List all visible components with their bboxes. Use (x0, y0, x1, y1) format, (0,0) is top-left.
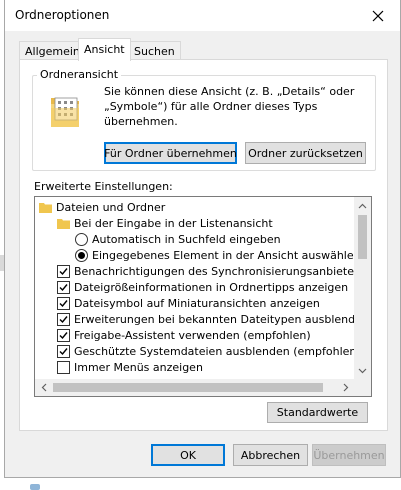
tree-checkbox-item[interactable]: Geschützte Systemdateien ausblenden (emp… (57, 343, 361, 359)
tree-item-label: Dateigrößeinformationen in Ordnertipps a… (74, 280, 349, 294)
checkbox-checked[interactable] (57, 280, 70, 294)
window-title: Ordneroptionen (15, 8, 110, 22)
radio-button[interactable] (75, 232, 88, 246)
title-bar: Ordneroptionen (5, 0, 400, 31)
folder-view-legend: Ordneransicht (37, 68, 122, 81)
background-icon (30, 484, 40, 490)
tree-item-label: Erweiterungen bei bekannten Dateitypen a… (74, 312, 369, 326)
scroll-down-button[interactable] (354, 362, 371, 379)
vertical-scroll-thumb[interactable] (358, 215, 367, 259)
advanced-settings-tree[interactable]: Dateien und Ordner Bei der Eingabe in de… (34, 196, 372, 397)
folder-view-description: Sie können diese Ansicht (z. B. „Details… (104, 85, 355, 128)
tab-ansicht[interactable]: Ansicht (78, 38, 131, 61)
scroll-right-button[interactable] (337, 379, 354, 396)
tab-allgemein[interactable]: Allgemein (19, 41, 86, 60)
tree-item-label: Dateisymbol auf Miniaturansichten anzeig… (74, 296, 320, 310)
checkbox-unchecked[interactable] (57, 360, 70, 374)
chevron-left-icon (41, 383, 46, 392)
checkbox-checked[interactable] (57, 328, 70, 342)
vertical-scrollbar[interactable] (354, 197, 371, 396)
background-strip (0, 478, 401, 490)
horizontal-scrollbar[interactable] (35, 379, 354, 396)
apply-button[interactable]: Übernehmen (312, 444, 386, 466)
reset-folders-button[interactable]: Ordner zurücksetzen (245, 142, 366, 164)
chevron-up-icon (358, 203, 367, 208)
scroll-left-button[interactable] (35, 379, 52, 396)
tree-checkbox-item[interactable]: Benachrichtigungen des Synchronisierungs… (57, 263, 372, 279)
tree-item-label: Immer Menüs anzeigen (74, 360, 203, 374)
checkbox-checked[interactable] (57, 344, 70, 358)
tree-folder-item[interactable]: Bei der Eingabe in der Listenansicht (57, 215, 273, 231)
folder-options-dialog: Ordneroptionen Allgemein Ansicht Suchen … (4, 0, 401, 478)
tree-checkbox-item[interactable]: Freigabe-Assistent verwenden (empfohlen) (57, 327, 311, 343)
restore-defaults-button[interactable]: Standardwerte (267, 402, 368, 423)
tree-radio-item[interactable]: Automatisch in Suchfeld eingeben (75, 231, 281, 247)
tab-panel-ansicht: Ordneransicht Sie können diese Ansicht (… (19, 59, 388, 431)
folder-icon (57, 218, 70, 229)
chevron-right-icon (343, 383, 348, 392)
close-icon (372, 10, 384, 21)
tree-item-label: Geschützte Systemdateien ausblenden (emp… (74, 344, 361, 358)
cancel-button[interactable]: Abbrechen (233, 444, 308, 466)
advanced-settings-label: Erweiterte Einstellungen: (34, 180, 173, 193)
ok-button[interactable]: OK (151, 444, 225, 466)
tree-item-label: Freigabe-Assistent verwenden (empfohlen) (74, 328, 311, 342)
checkbox-checked[interactable] (57, 312, 70, 326)
horizontal-scroll-thumb[interactable] (53, 383, 323, 392)
folder-view-group: Ordneransicht Sie können diese Ansicht (… (32, 68, 376, 171)
radio-button-selected[interactable] (75, 248, 88, 262)
tree-checkbox-item[interactable]: Erweiterungen bei bekannten Dateitypen a… (57, 311, 369, 327)
checkbox-checked[interactable] (57, 296, 70, 310)
tree-item-label: Automatisch in Suchfeld eingeben (92, 232, 281, 246)
tree-item-label: Benachrichtigungen des Synchronisierungs… (74, 264, 372, 278)
tab-suchen[interactable]: Suchen (128, 41, 181, 60)
tree-item-label: Dateien und Ordner (56, 200, 166, 214)
folder-view-icon (51, 97, 79, 127)
apply-to-folders-button[interactable]: Für Ordner übernehmen (104, 142, 237, 164)
tree-checkbox-item[interactable]: Dateisymbol auf Miniaturansichten anzeig… (57, 295, 320, 311)
tree-checkbox-item[interactable]: Dateigrößeinformationen in Ordnertipps a… (57, 279, 348, 295)
chevron-down-icon (358, 368, 367, 373)
tree-checkbox-item[interactable]: Immer Menüs anzeigen (57, 359, 203, 375)
folder-icon (39, 202, 52, 213)
scroll-up-button[interactable] (354, 197, 371, 214)
tree-folder-item[interactable]: Dateien und Ordner (39, 199, 165, 215)
tree-item-label: Eingegebenes Element in der Ansicht ausw… (92, 248, 361, 262)
checkbox-checked[interactable] (57, 264, 70, 278)
tree-radio-item[interactable]: Eingegebenes Element in der Ansicht ausw… (75, 247, 361, 263)
scrollbar-corner (354, 379, 371, 396)
tree-item-label: Bei der Eingabe in der Listenansicht (74, 216, 273, 230)
close-button[interactable] (356, 0, 400, 31)
